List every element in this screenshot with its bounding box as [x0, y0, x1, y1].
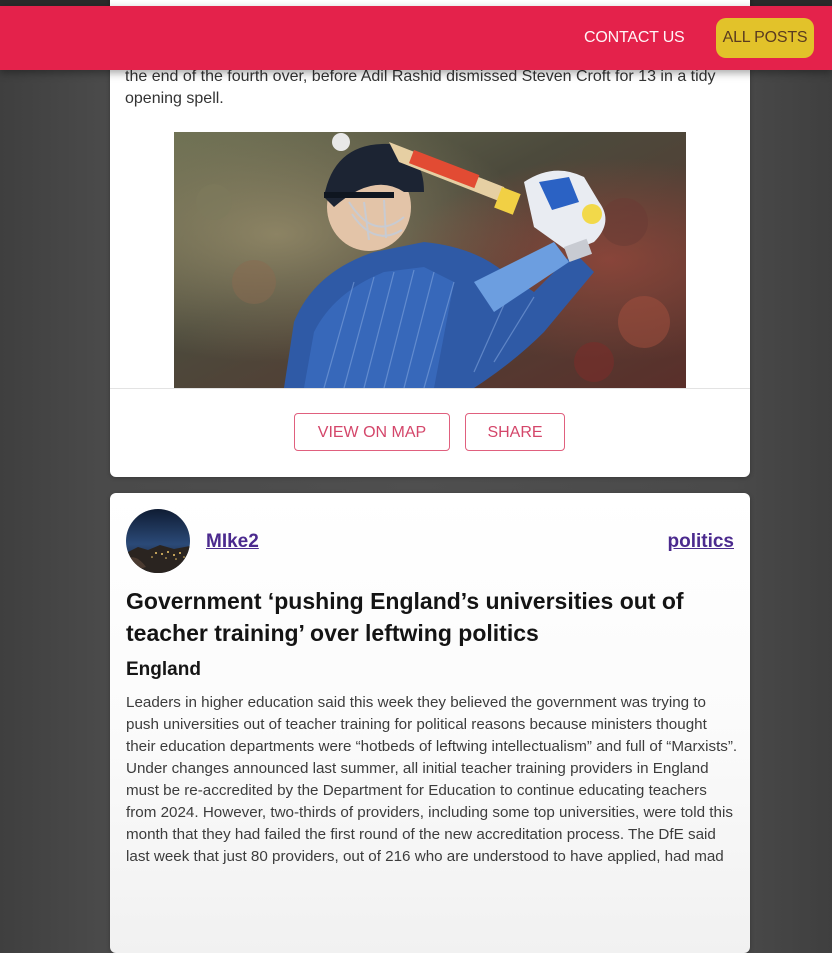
- post-card-previous: the end of the fourth over, before Adil …: [110, 0, 750, 477]
- post-body-tail: the end of the fourth over, before Adil …: [125, 68, 716, 107]
- post-card: MIke2 politics Government ‘pushing Engla…: [110, 493, 750, 953]
- top-navbar: CONTACT US ALL POSTS: [0, 6, 832, 70]
- all-posts-button[interactable]: ALL POSTS: [716, 18, 814, 58]
- share-button[interactable]: SHARE: [465, 413, 565, 451]
- category-link[interactable]: politics: [667, 531, 734, 553]
- author-link[interactable]: MIke2: [206, 531, 259, 553]
- post-body: Leaders in higher education said this we…: [126, 694, 738, 865]
- view-on-map-button[interactable]: VIEW ON MAP: [294, 413, 450, 451]
- card-divider: [110, 388, 750, 389]
- cricket-photo-illustration: [174, 132, 686, 388]
- contact-us-link[interactable]: CONTACT US: [584, 26, 685, 50]
- post-title: Government ‘pushing England’s universiti…: [126, 588, 684, 646]
- avatar-city-night-image: [126, 509, 190, 573]
- avatar[interactable]: [126, 509, 190, 573]
- post-location: England: [126, 659, 201, 680]
- post-image: [174, 132, 686, 388]
